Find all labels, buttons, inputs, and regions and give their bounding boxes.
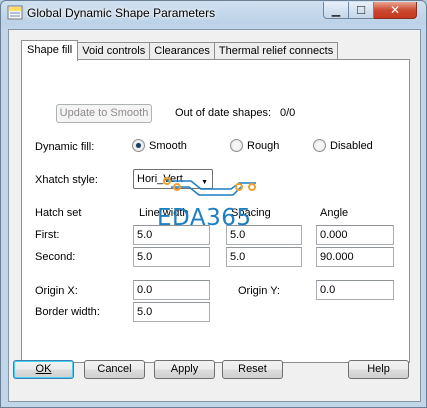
tab-void-controls[interactable]: Void controls: [77, 42, 151, 60]
dynamic-fill-label: Dynamic fill:: [35, 141, 95, 153]
radio-selected-icon: [132, 139, 145, 152]
origin-y-field[interactable]: 0.0: [316, 280, 394, 300]
radio-unselected-icon: [230, 139, 243, 152]
shape-fill-panel: Update to Smooth Out of date shapes: 0/0…: [21, 59, 410, 363]
border-width-field[interactable]: 5.0: [133, 302, 210, 322]
minimize-icon: ▁: [331, 4, 341, 17]
border-width-label: Border width:: [35, 306, 100, 318]
radio-rough-label: Rough: [247, 139, 280, 152]
xhatch-style-value: Hori_Vert: [137, 173, 183, 185]
dropdown-arrow-icon: ▼: [201, 179, 208, 186]
update-to-smooth-button[interactable]: Update to Smooth: [56, 104, 152, 123]
tab-strip: Shape fill Void controls Clearances Ther…: [21, 40, 339, 61]
title-bar[interactable]: Global Dynamic Shape Parameters ▁ ☐ ✕: [1, 1, 426, 25]
ok-button-label: OK: [35, 363, 52, 375]
second-angle-field[interactable]: 90.000: [316, 247, 394, 267]
close-button[interactable]: ✕: [374, 2, 417, 19]
xhatch-style-label: Xhatch style:: [35, 174, 98, 186]
out-of-date-value: 0/0: [280, 107, 296, 119]
first-angle-field[interactable]: 0.000: [316, 225, 394, 245]
close-icon: ✕: [389, 3, 401, 17]
cancel-button[interactable]: Cancel: [84, 360, 145, 379]
xhatch-style-select[interactable]: Hori_Vert ▼: [133, 169, 213, 189]
first-spacing-field[interactable]: 5.0: [226, 225, 302, 245]
out-of-date-label: Out of date shapes:: [175, 107, 272, 119]
help-button-label: Help: [367, 363, 390, 375]
ok-button[interactable]: OK: [13, 360, 74, 379]
hatch-set-label: Hatch set: [35, 207, 82, 219]
dialog-window: Global Dynamic Shape Parameters ▁ ☐ ✕ Sh…: [0, 0, 427, 408]
radio-disabled[interactable]: Disabled: [313, 139, 373, 152]
apply-button-label: Apply: [170, 363, 199, 375]
window-title: Global Dynamic Shape Parameters: [27, 6, 216, 20]
second-spacing-field[interactable]: 5.0: [226, 247, 302, 267]
second-row-label: Second:: [35, 251, 76, 263]
origin-x-field[interactable]: 0.0: [133, 280, 210, 300]
tab-thermal-relief-connects[interactable]: Thermal relief connects: [213, 42, 339, 60]
help-button[interactable]: Help: [348, 360, 409, 379]
minimize-button[interactable]: ▁: [323, 2, 349, 19]
radio-smooth[interactable]: Smooth: [132, 139, 187, 152]
tab-clearances[interactable]: Clearances: [149, 42, 215, 60]
spacing-header: Spacing: [231, 207, 271, 219]
cancel-button-label: Cancel: [97, 363, 132, 375]
origin-x-label: Origin X:: [35, 285, 78, 297]
apply-button[interactable]: Apply: [154, 360, 215, 379]
line-width-header: Line width: [139, 207, 189, 219]
second-line-width-field[interactable]: 5.0: [133, 247, 210, 267]
tab-shape-fill[interactable]: Shape fill: [21, 40, 79, 61]
angle-header: Angle: [320, 207, 349, 219]
dialog-client-area: Shape fill Void controls Clearances Ther…: [8, 29, 421, 402]
radio-unselected-icon: [313, 139, 326, 152]
reset-button[interactable]: Reset: [222, 360, 283, 379]
maximize-button[interactable]: ☐: [349, 2, 374, 19]
app-icon: [7, 5, 23, 20]
reset-button-label: Reset: [238, 363, 267, 375]
maximize-icon: ☐: [356, 4, 366, 17]
radio-smooth-label: Smooth: [149, 139, 187, 152]
radio-disabled-label: Disabled: [330, 139, 373, 152]
origin-y-label: Origin Y:: [238, 285, 280, 297]
radio-rough[interactable]: Rough: [230, 139, 279, 152]
first-row-label: First:: [35, 229, 60, 241]
first-line-width-field[interactable]: 5.0: [133, 225, 210, 245]
